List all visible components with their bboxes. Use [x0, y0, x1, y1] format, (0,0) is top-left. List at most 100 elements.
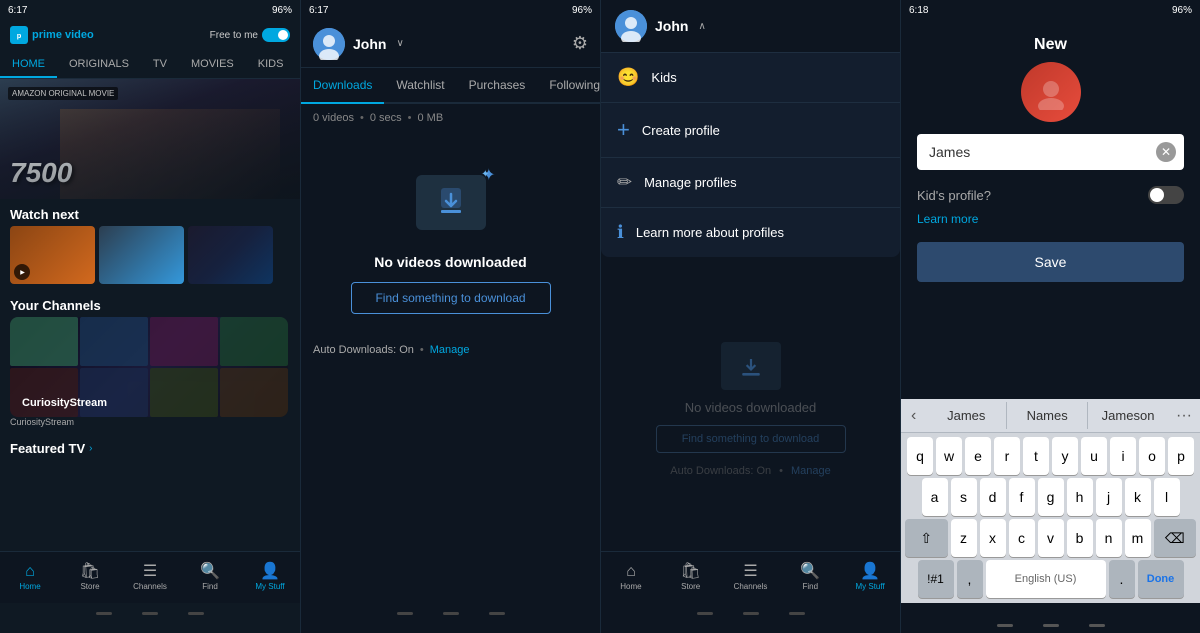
p3-nav-mystuff[interactable]: 👤 My Stuff: [840, 564, 900, 591]
period-key[interactable]: .: [1109, 560, 1135, 598]
key-u[interactable]: u: [1081, 437, 1107, 475]
bottom-nav-channels[interactable]: ☰ Channels: [120, 564, 180, 591]
name-input[interactable]: [917, 134, 1184, 170]
p3-nav-find[interactable]: 🔍 Find: [780, 564, 840, 591]
bg-find-btn: Find something to download: [656, 425, 846, 453]
shift-key[interactable]: ⇧: [905, 519, 948, 557]
key-d[interactable]: d: [980, 478, 1006, 516]
p3-channels-icon: ☰: [743, 564, 757, 580]
manage-link-2[interactable]: Manage: [430, 344, 470, 356]
key-z[interactable]: z: [951, 519, 977, 557]
key-b[interactable]: b: [1067, 519, 1093, 557]
bottom-nav-mystuff[interactable]: 👤 My Stuff: [240, 564, 300, 591]
key-e[interactable]: e: [965, 437, 991, 475]
manage-profiles-item[interactable]: ✏ Manage profiles: [601, 157, 900, 207]
tab-home[interactable]: HOME: [0, 50, 57, 78]
key-x[interactable]: x: [980, 519, 1006, 557]
p3-nav-store[interactable]: 🛍 Store: [661, 564, 721, 591]
gesture-home-3: [743, 612, 759, 615]
backspace-key[interactable]: ⌫: [1154, 519, 1197, 557]
key-r[interactable]: r: [994, 437, 1020, 475]
gesture-home-2: [443, 612, 459, 615]
channels-thumb[interactable]: CuriosityStream: [10, 317, 288, 417]
bottom-nav-home[interactable]: ⌂ Home: [0, 564, 60, 591]
key-l[interactable]: l: [1154, 478, 1180, 516]
thumbnail-3[interactable]: [188, 226, 273, 284]
key-a[interactable]: a: [922, 478, 948, 516]
comma-key[interactable]: ,: [957, 560, 983, 598]
download-stats: 0 videos • 0 secs • 0 MB: [301, 104, 600, 132]
thumbnail-2[interactable]: [99, 226, 184, 284]
tab-purchases[interactable]: Purchases: [457, 68, 538, 102]
key-n[interactable]: n: [1096, 519, 1122, 557]
key-p[interactable]: p: [1168, 437, 1194, 475]
profile-menu-dropdown: John ∧ 😊 Kids + Create profile ✏ Manage …: [601, 0, 900, 257]
avatar-3: [615, 10, 647, 42]
bottom-nav-find[interactable]: 🔍 Find: [180, 564, 240, 591]
new-profile-avatar[interactable]: [1021, 62, 1081, 122]
tab-downloads[interactable]: Downloads: [301, 68, 384, 102]
kids-profile-item[interactable]: 😊 Kids: [601, 52, 900, 102]
free-to-me-label: Free to me: [210, 30, 258, 41]
key-y[interactable]: y: [1052, 437, 1078, 475]
autocomplete-suggestions: James Names Jameson: [926, 402, 1168, 429]
done-key[interactable]: Done: [1138, 560, 1184, 598]
key-g[interactable]: g: [1038, 478, 1064, 516]
status-bar-1: 6:17 96%: [0, 0, 300, 20]
tab-originals[interactable]: ORIGINALS: [57, 50, 141, 78]
p3-nav-home[interactable]: ⌂ Home: [601, 564, 661, 591]
key-h[interactable]: h: [1067, 478, 1093, 516]
autocomplete-more-btn[interactable]: ···: [1168, 407, 1200, 425]
tab-tv[interactable]: TV: [141, 50, 179, 78]
key-k[interactable]: k: [1125, 478, 1151, 516]
create-profile-item[interactable]: + Create profile: [601, 102, 900, 157]
free-to-me-switch[interactable]: [262, 28, 290, 42]
suggestion-names[interactable]: Names: [1007, 402, 1088, 429]
bottom-nav-store[interactable]: 🛍 Store: [60, 564, 120, 591]
clear-input-btn[interactable]: ✕: [1156, 142, 1176, 162]
num-key[interactable]: !#1: [918, 560, 954, 598]
tab-following[interactable]: Following: [537, 68, 600, 102]
profile-user-info[interactable]: John ∧: [615, 10, 706, 42]
learn-more-link[interactable]: Learn more: [901, 212, 1200, 234]
time-4: 6:18: [909, 5, 928, 16]
key-o[interactable]: o: [1139, 437, 1165, 475]
suggestion-james[interactable]: James: [926, 402, 1007, 429]
kids-profile-toggle[interactable]: [1148, 186, 1184, 204]
tab-watchlist[interactable]: Watchlist: [384, 68, 456, 102]
learn-more-profiles-item[interactable]: ℹ Learn more about profiles: [601, 207, 900, 257]
key-t[interactable]: t: [1023, 437, 1049, 475]
time-1: 6:17: [8, 5, 27, 16]
chevron-right-icon: ›: [89, 443, 92, 454]
free-to-me-toggle[interactable]: Free to me: [210, 28, 290, 42]
key-v[interactable]: v: [1038, 519, 1064, 557]
user-dropdown[interactable]: John ∨: [313, 28, 404, 60]
tab-kids[interactable]: KIDS: [246, 50, 296, 78]
key-q[interactable]: q: [907, 437, 933, 475]
autocomplete-back-btn[interactable]: ‹: [901, 407, 926, 425]
gesture-bar-3: [601, 603, 900, 623]
key-s[interactable]: s: [951, 478, 977, 516]
key-j[interactable]: j: [1096, 478, 1122, 516]
key-m[interactable]: m: [1125, 519, 1151, 557]
p3-nav-channels[interactable]: ☰ Channels: [721, 564, 781, 591]
gesture-back-1: [96, 612, 112, 615]
space-key[interactable]: English (US): [986, 560, 1106, 598]
channels-nav-label: Channels: [133, 582, 167, 591]
suggestion-jameson[interactable]: Jameson: [1088, 402, 1168, 429]
key-i[interactable]: i: [1110, 437, 1136, 475]
key-c[interactable]: c: [1009, 519, 1035, 557]
settings-icon-2[interactable]: ⚙: [572, 33, 588, 54]
find-download-btn[interactable]: Find something to download: [351, 282, 551, 314]
thumbnail-1[interactable]: [10, 226, 95, 284]
tab-movies[interactable]: MOVIES: [179, 50, 246, 78]
panel-profile-menu: 6:18 96% John ∧ 😊 Kids: [600, 0, 900, 633]
save-profile-btn[interactable]: Save: [917, 242, 1184, 282]
key-f[interactable]: f: [1009, 478, 1035, 516]
key-w[interactable]: w: [936, 437, 962, 475]
time-2: 6:17: [309, 5, 328, 16]
play-btn-1[interactable]: [14, 264, 30, 280]
bg-empty-title: No videos downloaded: [685, 400, 817, 415]
watch-next-label: Watch next: [0, 199, 300, 226]
mystuff-nav-label: My Stuff: [255, 582, 284, 591]
